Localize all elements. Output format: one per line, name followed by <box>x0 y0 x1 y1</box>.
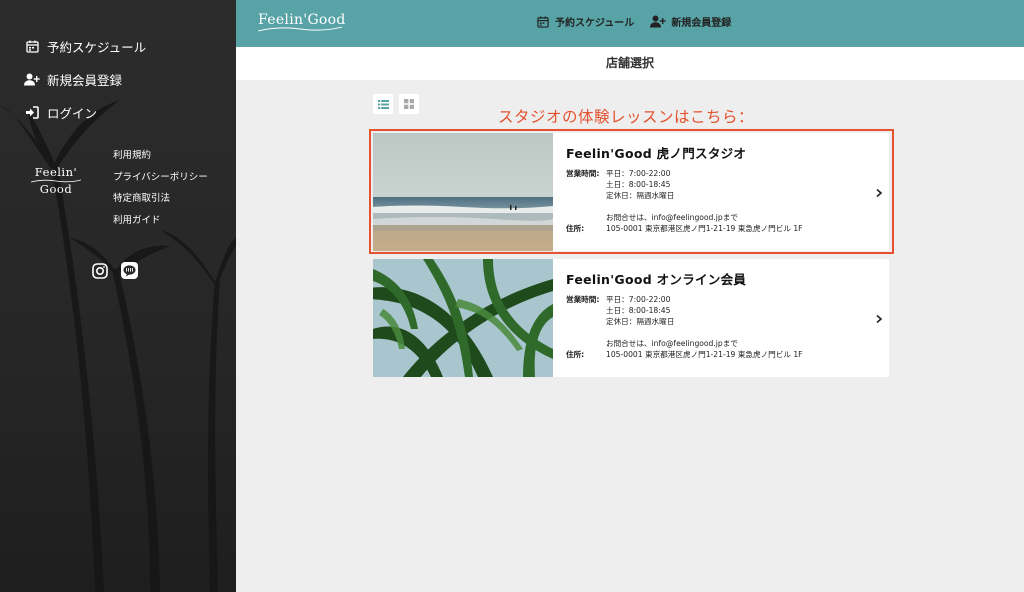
link-terms[interactable]: 利用規約 <box>113 148 208 170</box>
sidebar-item-label: 新規会員登録 <box>47 73 123 88</box>
chevron-right-icon <box>876 188 883 200</box>
link-privacy-policy[interactable]: プライバシーポリシー <box>113 170 208 192</box>
sidebar-item-login[interactable]: ログイン <box>24 96 146 129</box>
line-icon[interactable] <box>121 262 138 279</box>
grid-view-toggle[interactable] <box>399 94 419 114</box>
social-links <box>91 262 138 279</box>
link-commerce-law[interactable]: 特定商取引法 <box>113 191 208 213</box>
closed-days: 定休日：隔週水曜日 <box>606 191 675 200</box>
instagram-icon[interactable] <box>91 262 108 279</box>
sidebar-item-schedule[interactable]: 予約スケジュール <box>24 30 146 63</box>
beach-photo <box>373 133 553 251</box>
hours-label: 営業時間: <box>566 295 600 304</box>
user-plus-icon <box>24 72 40 88</box>
studio-card-online[interactable]: Feelin'Good オンライン会員 営業時間: 平日：7:00-22:00 土… <box>373 259 889 377</box>
studio-name: Feelin'Good 虎ノ門スタジオ <box>566 146 747 161</box>
address-label: 住所: <box>566 350 585 359</box>
address-label: 住所: <box>566 224 585 233</box>
list-view-icon <box>377 99 389 109</box>
sidebar-footer-links: 利用規約 プライバシーポリシー 特定商取引法 利用ガイド <box>113 148 208 234</box>
studio-info: Feelin'Good 虎ノ門スタジオ 営業時間: 平日：7:00-22:00 土… <box>566 143 859 234</box>
grid-view-icon <box>404 99 414 109</box>
sidebar-item-label: 予約スケジュール <box>47 40 147 55</box>
logo-line-2: Good <box>39 182 73 196</box>
user-plus-icon <box>649 15 666 29</box>
sidebar-item-register[interactable]: 新規会員登録 <box>24 63 146 96</box>
hours-weekend: 土日：8:00-18:45 <box>606 180 671 189</box>
header-register-link[interactable]: 新規会員登録 <box>649 14 731 29</box>
chevron-right-icon <box>876 314 883 326</box>
logo-line-1: Feelin' <box>34 165 78 179</box>
contact-info: お問合せは、info@feelingood.jpまで <box>606 339 738 348</box>
brand-logo[interactable]: Feelin'Good <box>258 12 346 32</box>
hours-weekday: 平日：7:00-22:00 <box>606 169 671 178</box>
sidebar: 予約スケジュール 新規会員登録 ログイン Feelin' Good 利用規約 プ… <box>0 0 236 592</box>
list-view-toggle[interactable] <box>373 94 393 114</box>
brand-wave-icon <box>258 26 342 32</box>
login-icon <box>24 105 40 121</box>
studio-card-toranomon[interactable]: Feelin'Good 虎ノ門スタジオ 営業時間: 平日：7:00-22:00 土… <box>373 133 889 251</box>
trial-lesson-annotation: スタジオの体験レッスンはこちら： <box>498 108 755 126</box>
contact-info: お問合せは、info@feelingood.jpまで <box>606 213 738 222</box>
hours-label: 営業時間: <box>566 169 600 178</box>
header-schedule-link[interactable]: 予約スケジュール <box>536 14 634 29</box>
palm-leaves-photo <box>373 259 553 377</box>
closed-days: 定休日：隔週水曜日 <box>606 317 675 326</box>
studio-info: Feelin'Good オンライン会員 営業時間: 平日：7:00-22:00 土… <box>566 269 859 360</box>
link-usage-guide[interactable]: 利用ガイド <box>113 213 208 235</box>
top-header: Feelin'Good 予約スケジュール 新規会員登録 <box>236 0 1024 47</box>
header-nav-label: 予約スケジュール <box>555 18 635 29</box>
calendar-icon <box>24 39 40 55</box>
header-nav: 予約スケジュール 新規会員登録 <box>536 14 731 29</box>
page-title: 店舗選択 <box>236 47 1024 80</box>
sidebar-nav: 予約スケジュール 新規会員登録 ログイン <box>24 30 146 129</box>
studio-name: Feelin'Good オンライン会員 <box>566 272 747 287</box>
calendar-icon <box>536 15 550 29</box>
address: 105-0001 東京都港区虎ノ門1-21-19 東急虎ノ門ビル 1F <box>606 350 803 359</box>
hours-weekday: 平日：7:00-22:00 <box>606 295 671 304</box>
sidebar-item-label: ログイン <box>47 106 98 121</box>
address: 105-0001 東京都港区虎ノ門1-21-19 東急虎ノ門ビル 1F <box>606 224 803 233</box>
sidebar-logo[interactable]: Feelin' Good <box>30 166 82 196</box>
header-nav-label: 新規会員登録 <box>671 18 732 29</box>
hours-weekend: 土日：8:00-18:45 <box>606 306 671 315</box>
